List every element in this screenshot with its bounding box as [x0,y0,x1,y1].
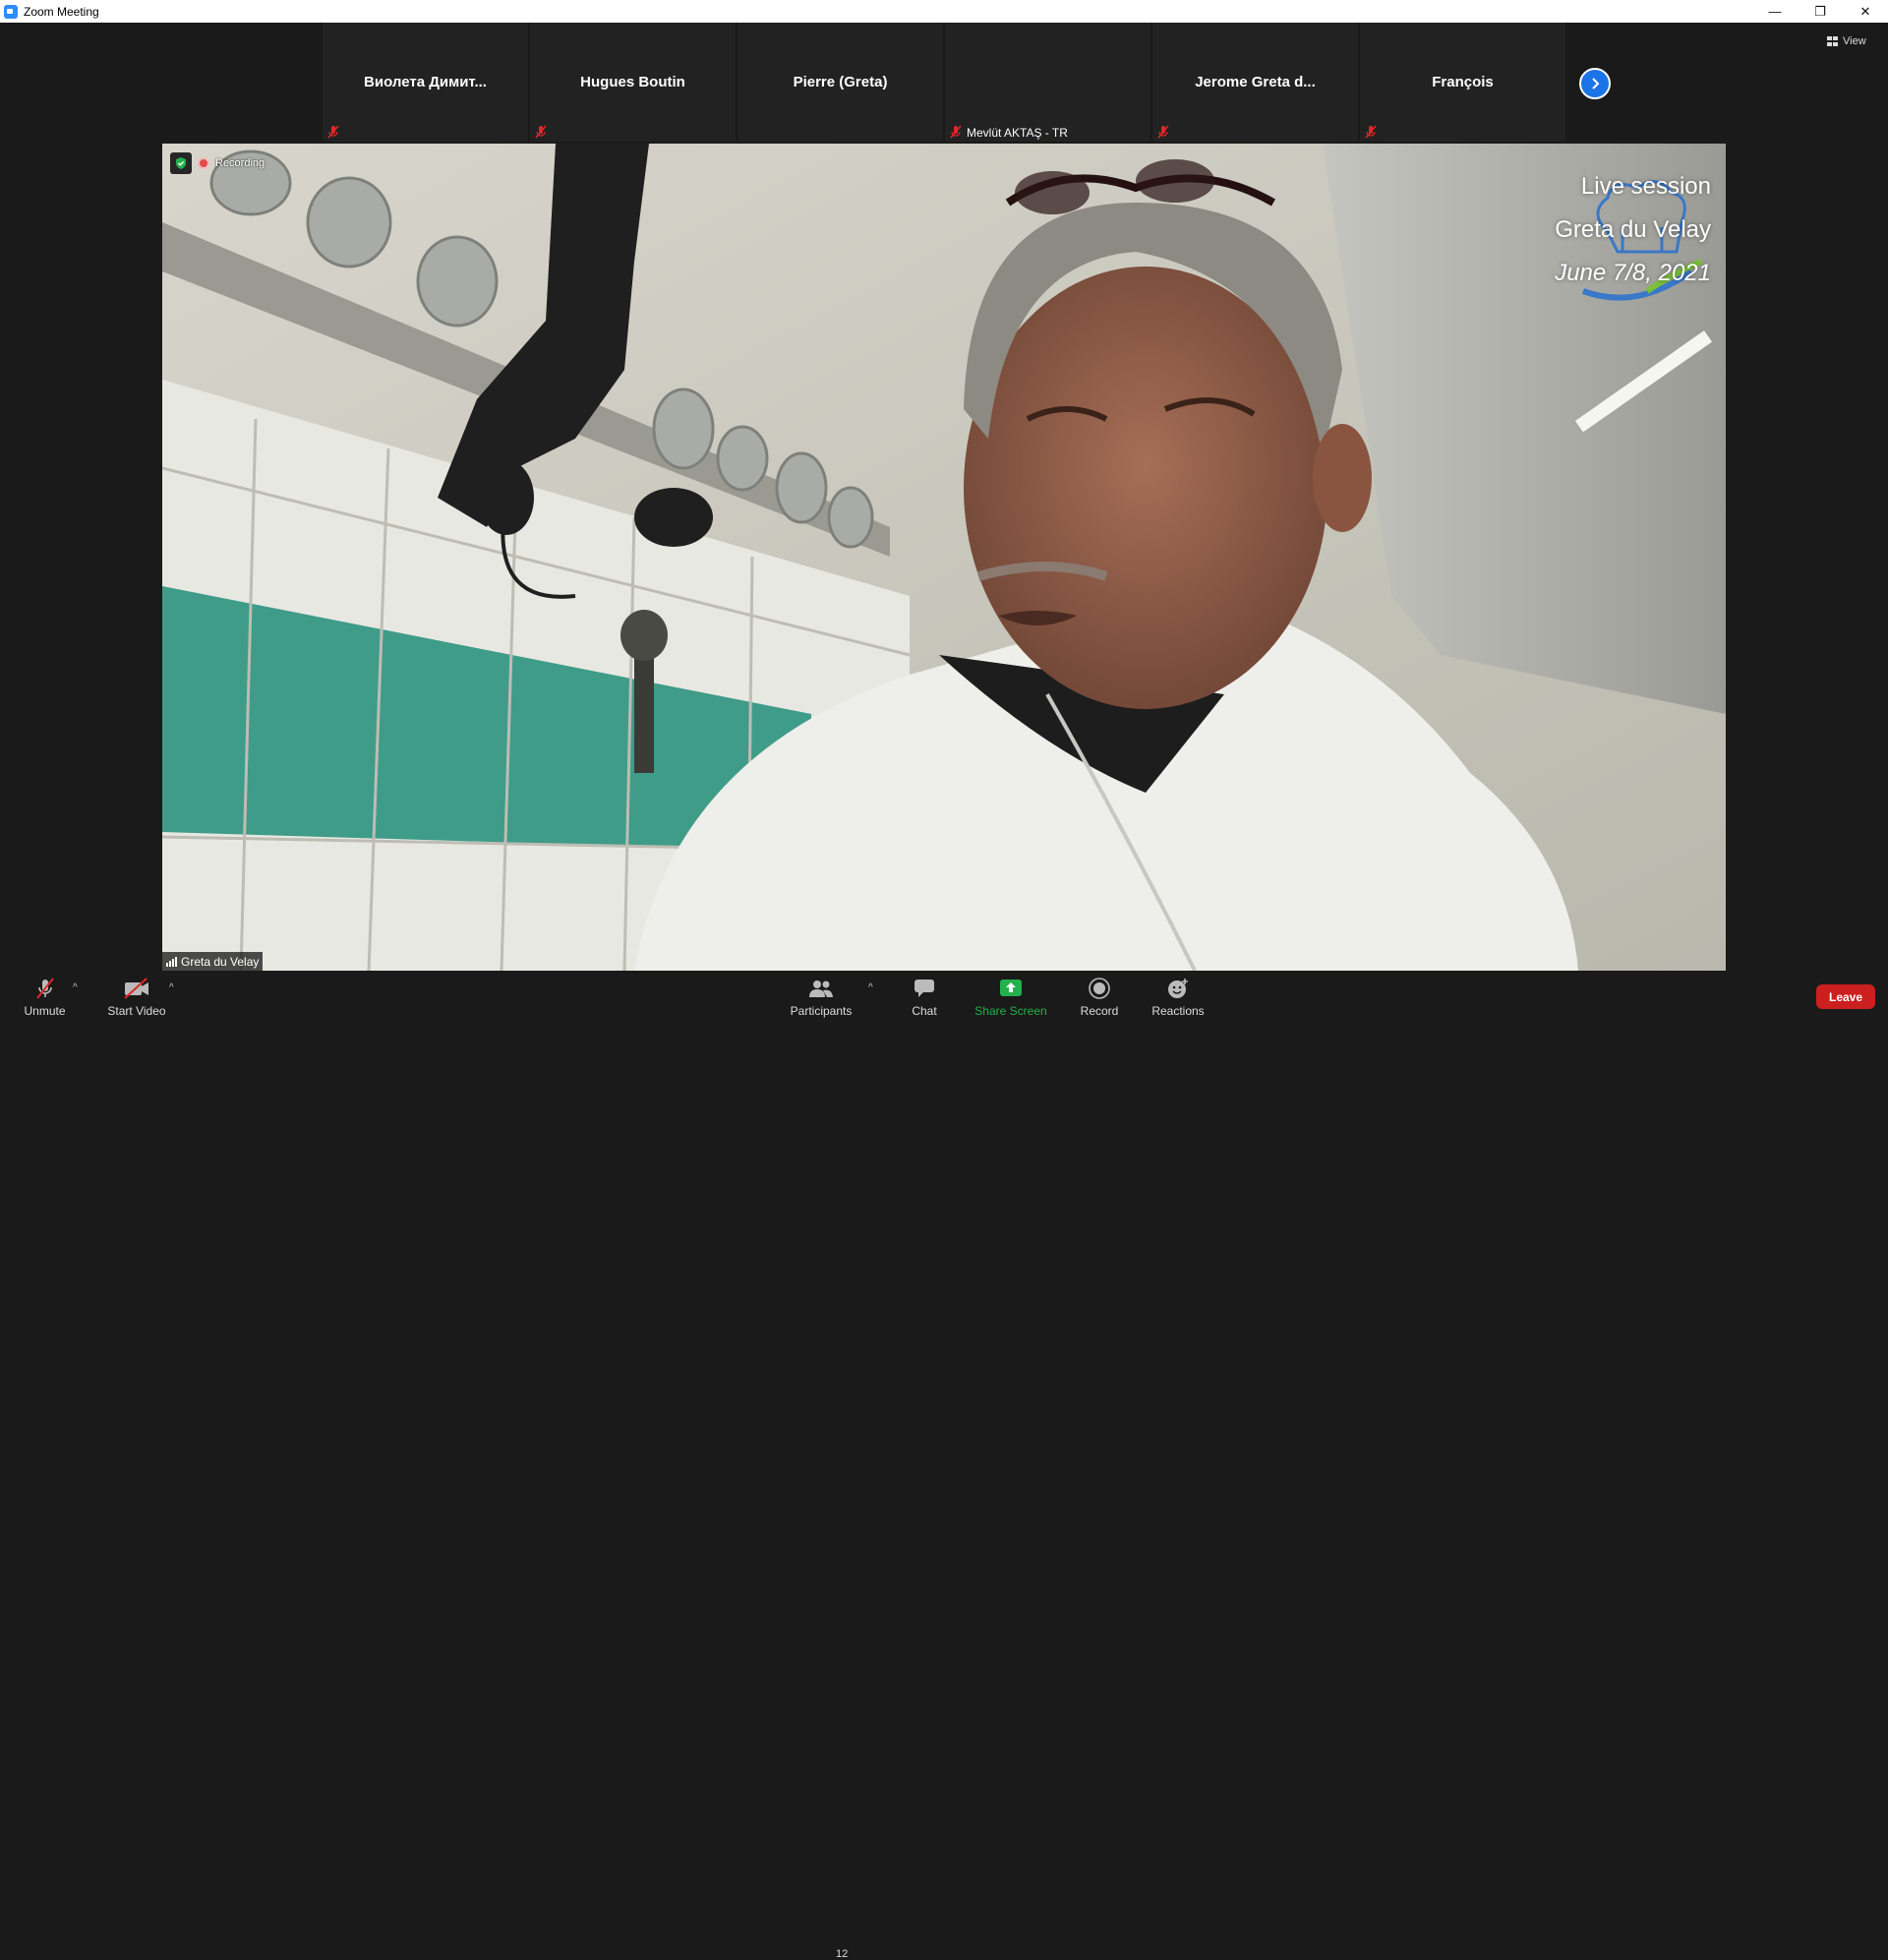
reactions-icon [1168,979,1188,998]
participant-tile[interactable]: Виолета Димит... [323,23,528,142]
view-label: View [1843,35,1866,47]
grid-icon [1827,36,1838,46]
restore-button[interactable]: ❐ [1798,0,1843,23]
video-options-caret-icon[interactable]: ^ [169,982,174,993]
minimize-button[interactable]: — [1752,0,1798,23]
audio-options-caret-icon[interactable]: ^ [73,982,78,993]
video-off-icon [124,978,148,999]
record-dot-icon [198,157,209,169]
security-shield-icon[interactable] [170,152,192,174]
mic-muted-icon [535,125,547,139]
kitchen-video-frame [162,144,1726,971]
unmute-label: Unmute [24,1004,66,1018]
participants-count: 12 [836,1948,849,1960]
reactions-button[interactable]: Reactions [1149,971,1208,1022]
zoom-app-icon [4,4,18,19]
participant-name: Hugues Boutin [580,74,685,90]
leave-button[interactable]: Leave [1816,984,1875,1009]
participant-name: Jerome Greta d... [1195,74,1316,90]
window-title: Zoom Meeting [24,4,99,19]
speaker-name: Greta du Velay [181,954,260,969]
title-bar: Zoom Meeting — ❐ ✕ [0,0,1888,23]
participants-icon [809,980,833,997]
participant-name: Mevlüt AKTAŞ - TR [967,126,1068,140]
recording-indicator: Recording [170,152,265,174]
signal-bars-icon [166,956,177,967]
participants-options-caret-icon[interactable]: ^ [868,982,873,993]
view-button[interactable]: View [1827,31,1866,51]
record-button[interactable]: Record [1076,971,1123,1022]
recording-label: Recording [215,157,266,169]
close-button[interactable]: ✕ [1843,0,1888,23]
chat-icon [914,980,934,997]
record-icon [1089,978,1110,999]
overlay-line-2: Greta du Velay [1555,216,1711,243]
participant-name: Pierre (Greta) [793,74,888,90]
speaker-name-tag: Greta du Velay [162,952,264,971]
chat-button[interactable]: Chat [905,971,944,1022]
record-label: Record [1080,1004,1119,1018]
participant-tile[interactable]: Jerome Greta d... [1152,23,1358,142]
chevron-right-icon [1592,78,1600,89]
share-screen-label: Share Screen [974,1004,1047,1018]
speaker-video [162,144,1726,971]
participant-name: François [1432,74,1494,90]
participant-name: Виолета Димит... [364,74,487,90]
mic-muted-icon [950,125,962,139]
meeting-toolbar: Unmute ^ Start Video ^ Participants 12 ^… [0,971,1888,1960]
start-video-label: Start Video [107,1004,166,1018]
mic-muted-icon [1157,125,1169,139]
mic-muted-icon [1365,125,1377,139]
participants-button[interactable]: Participants [787,971,856,1022]
participants-label: Participants [790,1004,853,1018]
participant-tile[interactable]: Pierre (Greta) [738,23,943,142]
chat-label: Chat [912,1004,937,1018]
unmute-button[interactable]: Unmute [18,971,72,1022]
start-video-button[interactable]: Start Video [102,971,171,1022]
reactions-label: Reactions [1151,1004,1205,1018]
next-page-button[interactable] [1579,68,1611,99]
mic-muted-icon [35,978,54,999]
participant-tile[interactable]: François [1360,23,1565,142]
share-screen-icon [1000,980,1022,996]
mic-muted-icon [327,125,339,139]
overlay-line-3: June 7/8, 2021 [1555,260,1711,286]
participant-tile[interactable]: Mevlüt AKTAŞ - TR [945,23,1150,142]
overlay-line-1: Live session [1580,173,1711,200]
participant-tile[interactable]: Hugues Boutin [530,23,736,142]
share-screen-button[interactable]: Share Screen [974,971,1048,1022]
